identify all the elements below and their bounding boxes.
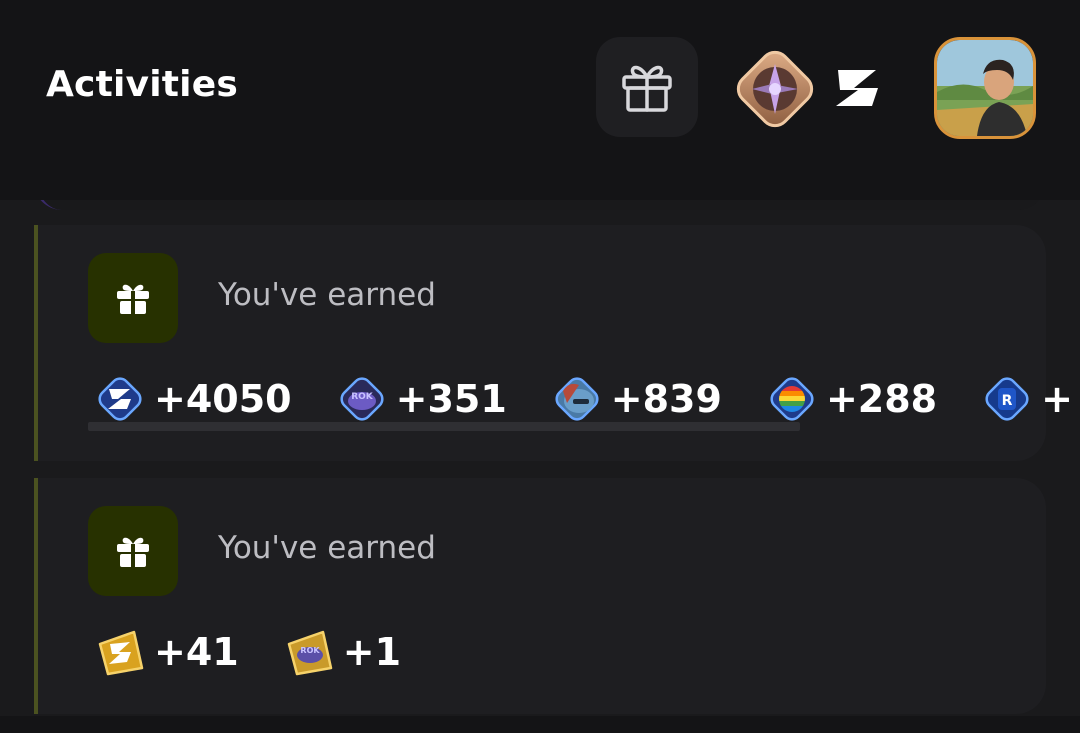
reward-amount: +288 — [825, 377, 938, 421]
z-token-icon — [98, 377, 142, 421]
avatar-image — [937, 40, 1033, 136]
rank-badge-icon — [736, 50, 814, 128]
gift-icon — [117, 537, 149, 567]
reward-item: +839 — [547, 369, 722, 429]
reward-amount: +41 — [154, 630, 239, 674]
gift-icon — [117, 284, 149, 314]
gift-button[interactable] — [596, 37, 698, 137]
activities-page: Activities You've earned +4050 ROK +351 … — [0, 0, 1080, 733]
activity-card: You've earned +4050 ROK +351 +839 +288 R… — [34, 225, 1073, 461]
reward-item: +4050 — [90, 369, 292, 429]
activity-text: You've earned — [218, 277, 436, 313]
reward-item: +41 — [90, 622, 239, 682]
reward-list: +41 ROK +1 — [90, 622, 441, 682]
rank-badge[interactable] — [728, 42, 822, 136]
reward-item: ROK +1 — [279, 622, 401, 682]
reward-amount: +4050 — [154, 377, 292, 421]
reward-item: ROK +351 — [332, 369, 507, 429]
z-logo-icon — [836, 70, 878, 106]
reward-item: +288 — [762, 369, 937, 429]
activity-text: You've earned — [218, 530, 436, 566]
svg-text:R: R — [1002, 393, 1013, 409]
svg-text:ROK: ROK — [300, 646, 320, 655]
z-gold-token-icon — [98, 630, 144, 676]
activity-icon — [88, 253, 178, 343]
reward-item: R + — [977, 369, 1073, 429]
reward-amount: +351 — [395, 377, 507, 421]
horizontal-scrollbar[interactable] — [88, 422, 800, 431]
rok-gold-token-icon: ROK — [287, 630, 332, 676]
reward-amount: +1 — [342, 630, 402, 674]
header: Activities — [0, 0, 1080, 200]
pepe-token-icon — [555, 377, 599, 421]
activity-icon — [88, 506, 178, 596]
rainbow-token-icon — [770, 377, 814, 421]
r-token-icon: R — [985, 377, 1029, 421]
svg-text:ROK: ROK — [351, 392, 374, 402]
bottom-edge — [0, 716, 1080, 733]
reward-list: +4050 ROK +351 +839 +288 R + — [90, 369, 1080, 429]
page-title: Activities — [46, 64, 238, 105]
avatar[interactable] — [934, 37, 1036, 139]
rok-token-icon: ROK — [340, 377, 384, 421]
activity-card: You've earned +41 ROK +1 — [34, 478, 1046, 714]
gift-icon — [622, 65, 672, 112]
reward-amount: +839 — [610, 377, 722, 421]
reward-amount: + — [1041, 377, 1073, 421]
